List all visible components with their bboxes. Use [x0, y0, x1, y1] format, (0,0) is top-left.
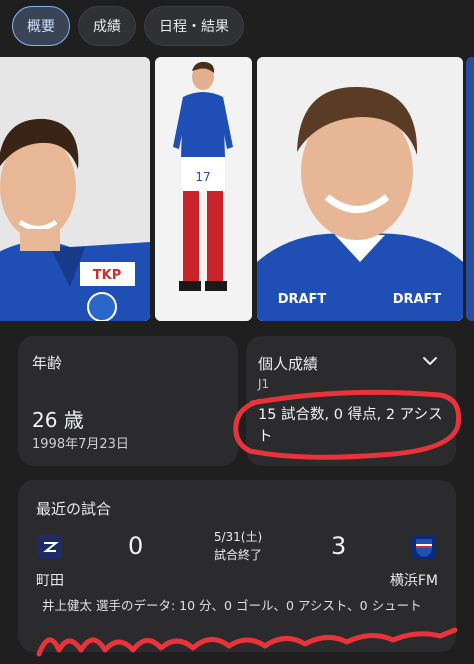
- match-status: 試合終了: [213, 548, 262, 562]
- player-photo-2[interactable]: 17: [155, 57, 252, 321]
- away-team-name: 横浜FM: [389, 573, 438, 589]
- sponsor-logo-text: DRAFT: [278, 292, 327, 307]
- age-card-title: 年齢: [32, 354, 63, 372]
- recent-match-card[interactable]: 最近の試合 0 5/31(土) 試合終了 3 町田 横浜FM 井上健太 選手のデ…: [18, 480, 456, 652]
- tab-overview[interactable]: 概要: [12, 6, 70, 46]
- tab-stats[interactable]: 成績: [78, 6, 136, 46]
- player-photo-1[interactable]: TKP: [0, 57, 150, 321]
- player-photo-3[interactable]: DRAFT DRAFT: [257, 57, 463, 321]
- player-match-note: 井上健太 選手のデータ: 10 分、0 ゴール、0 アシスト、0 シュート: [42, 598, 422, 613]
- sponsor-logo-text: TKP: [93, 268, 121, 283]
- sponsor-logo-text: DRAFT: [393, 292, 442, 307]
- age-value: 26 歳: [32, 408, 84, 432]
- away-team-logo-icon: [412, 535, 436, 559]
- jersey-number: 17: [195, 170, 210, 184]
- player-photo-4[interactable]: [466, 57, 474, 321]
- stats-league: J1: [258, 377, 270, 391]
- personal-stats-card[interactable]: 個人成績 J1 15 試合数, 0 得点, 2 アシスト: [246, 336, 456, 466]
- away-score: 3: [331, 532, 347, 560]
- home-score: 0: [128, 532, 144, 560]
- tab-bar: 概要 成績 日程・結果: [12, 6, 244, 46]
- age-card: 年齢 26 歳 1998年7月23日: [18, 336, 238, 466]
- birthdate: 1998年7月23日: [32, 437, 129, 452]
- chevron-down-icon[interactable]: [420, 351, 440, 371]
- match-date: 5/31(土): [213, 530, 263, 544]
- stats-summary: 15 試合数, 0 得点, 2 アシスト: [258, 407, 443, 445]
- photo-carousel[interactable]: TKP 17 DRAFT DRAFT: [0, 57, 474, 321]
- home-team-logo-icon: [38, 535, 62, 559]
- home-team-name: 町田: [36, 573, 64, 589]
- match-card-title: 最近の試合: [36, 500, 112, 518]
- stats-card-title: 個人成績: [258, 355, 319, 373]
- tab-schedule[interactable]: 日程・結果: [144, 6, 244, 46]
